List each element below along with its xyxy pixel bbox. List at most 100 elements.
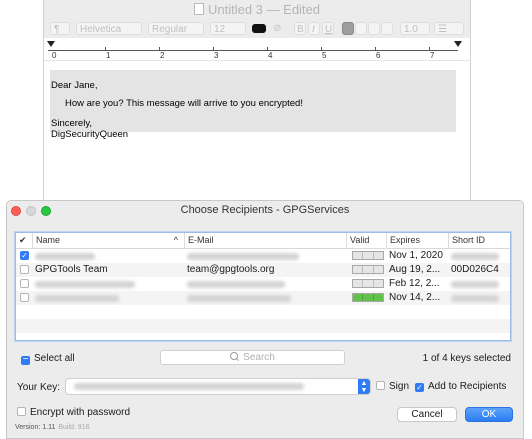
- ruler-tick: [321, 47, 322, 51]
- key-email-cell: [184, 249, 346, 263]
- short-id-cell: [448, 249, 510, 263]
- closing-line: Sincerely,: [51, 118, 93, 129]
- ruler-number: 4: [268, 51, 273, 60]
- ruler-tick: [267, 47, 268, 51]
- ruler-tick: [105, 47, 106, 51]
- underline-button[interactable]: U: [322, 22, 334, 35]
- message-line: How are you? This message will arrive to…: [65, 98, 303, 109]
- column-header-checked[interactable]: ✔: [16, 233, 32, 248]
- redacted-name: [35, 253, 95, 260]
- add-to-recipients-checkbox[interactable]: ✓: [415, 383, 424, 392]
- column-header-valid[interactable]: Valid: [346, 233, 386, 248]
- ruler-tick: [213, 47, 214, 51]
- validity-indicator: [352, 279, 384, 288]
- editor-titlebar: Untitled 3 — Edited: [44, 0, 470, 20]
- key-name-cell: [32, 291, 184, 305]
- paragraph-style-button[interactable]: ¶: [50, 22, 70, 35]
- build-label: Build: 916: [58, 424, 90, 431]
- format-toolbar: ¶ Helvetica Regular 12 ⊘ B I U 1.0 ☰: [44, 20, 470, 39]
- column-header-name[interactable]: Name ^: [32, 233, 184, 248]
- column-header-expires[interactable]: Expires: [386, 233, 448, 248]
- sign-option[interactable]: Sign: [376, 381, 409, 392]
- table-row[interactable]: Feb 12, 2...: [16, 277, 510, 291]
- table-row[interactable]: ✓ Nov 1, 2020: [16, 249, 510, 263]
- key-name-cell: GPGTools Team: [35, 264, 108, 275]
- align-right-button[interactable]: [368, 22, 380, 35]
- mixed-state-checkbox-icon[interactable]: −: [21, 355, 30, 365]
- add-to-recipients-option[interactable]: ✓ Add to Recipients: [415, 381, 506, 392]
- redacted-email: [187, 281, 285, 288]
- short-id-cell: 00D026C4: [451, 264, 499, 275]
- line-spacing-select[interactable]: 1.0: [400, 22, 430, 35]
- row-checkbox[interactable]: [20, 279, 29, 288]
- encrypt-with-password-option[interactable]: Encrypt with password: [17, 407, 130, 418]
- redacted-name: [35, 281, 135, 288]
- row-checkbox[interactable]: [20, 265, 29, 274]
- edited-indicator: — Edited: [266, 2, 321, 17]
- cancel-button[interactable]: Cancel: [397, 407, 457, 422]
- list-style-select[interactable]: ☰: [434, 22, 464, 35]
- align-center-button[interactable]: [355, 22, 367, 35]
- table-row[interactable]: GPGTools Team team@gpgtools.org Aug 19, …: [16, 263, 510, 277]
- table-header: ✔ Name ^ E-Mail Valid Expires Short ID: [16, 233, 510, 249]
- font-family-select[interactable]: Helvetica: [76, 22, 142, 35]
- select-all-toggle[interactable]: − Select all: [21, 353, 75, 365]
- column-header-short-id[interactable]: Short ID: [448, 233, 510, 248]
- encrypt-with-password-checkbox[interactable]: [17, 407, 26, 416]
- editor-title: Untitled 3: [207, 2, 263, 17]
- row-checkbox[interactable]: ✓: [20, 251, 29, 260]
- validity-indicator: [352, 251, 384, 260]
- sign-checkbox[interactable]: [376, 381, 385, 390]
- text-color-well[interactable]: [252, 24, 266, 33]
- your-key-popup[interactable]: ▲ ▼: [65, 378, 371, 395]
- empty-row: [16, 319, 510, 333]
- table-row[interactable]: Nov 14, 2...: [16, 291, 510, 305]
- expires-cell: Nov 1, 2020: [389, 250, 443, 261]
- ruler-tick: [375, 47, 376, 51]
- redacted-short-id: [451, 253, 499, 260]
- align-justify-button[interactable]: [381, 22, 393, 35]
- your-key-label: Your Key:: [17, 382, 60, 393]
- popup-arrows-icon: ▲ ▼: [358, 379, 370, 394]
- select-all-label: Select all: [34, 353, 75, 364]
- italic-button[interactable]: I: [308, 22, 320, 35]
- right-margin-marker[interactable]: [454, 41, 462, 47]
- font-style-select[interactable]: Regular: [148, 22, 204, 35]
- redacted-short-id: [451, 295, 499, 302]
- ruler-number: 1: [106, 51, 111, 60]
- ruler-number: 0: [52, 51, 57, 60]
- font-size-select[interactable]: 12: [210, 22, 246, 35]
- column-header-email[interactable]: E-Mail: [184, 233, 346, 248]
- search-field[interactable]: Search: [160, 350, 345, 365]
- ruler-number: 5: [322, 51, 327, 60]
- bold-button[interactable]: B: [294, 22, 306, 35]
- document-text-area[interactable]: Dear Jane, How are you? This message wil…: [50, 70, 456, 140]
- row-checkbox[interactable]: [20, 293, 29, 302]
- recipients-table[interactable]: ✔ Name ^ E-Mail Valid Expires Short ID ✓…: [15, 232, 511, 341]
- key-name-cell: [32, 249, 184, 263]
- redacted-short-id: [451, 281, 499, 288]
- sort-ascending-icon: ^: [173, 235, 178, 245]
- expires-cell: Feb 12, 2...: [389, 278, 440, 289]
- left-margin-marker[interactable]: [47, 41, 55, 47]
- short-id-cell: [448, 291, 510, 305]
- expires-cell: Aug 19, 2...: [389, 264, 441, 275]
- short-id-cell: [448, 277, 510, 291]
- version-label: Version: 1.11: [15, 424, 56, 431]
- add-to-recipients-label: Add to Recipients: [428, 381, 507, 392]
- key-email-cell: team@gpgtools.org: [187, 264, 275, 275]
- choose-recipients-dialog: Choose Recipients - GPGServices ✔ Name ^…: [6, 200, 524, 439]
- ruler-number: 3: [214, 51, 219, 60]
- align-left-button[interactable]: [342, 22, 354, 35]
- ok-button[interactable]: OK: [465, 407, 513, 422]
- ruler-number: 2: [160, 51, 165, 60]
- ruler[interactable]: 0 1 2 3 4 5 6 7: [44, 38, 470, 61]
- redacted-your-key: [74, 383, 304, 390]
- search-icon: [230, 352, 239, 360]
- key-email-cell: [184, 277, 346, 291]
- highlight-color-well[interactable]: ⊘: [270, 22, 284, 35]
- document-icon: [193, 3, 204, 15]
- ruler-tick: [159, 47, 160, 51]
- key-name-cell: [32, 277, 184, 291]
- redacted-email: [187, 295, 291, 302]
